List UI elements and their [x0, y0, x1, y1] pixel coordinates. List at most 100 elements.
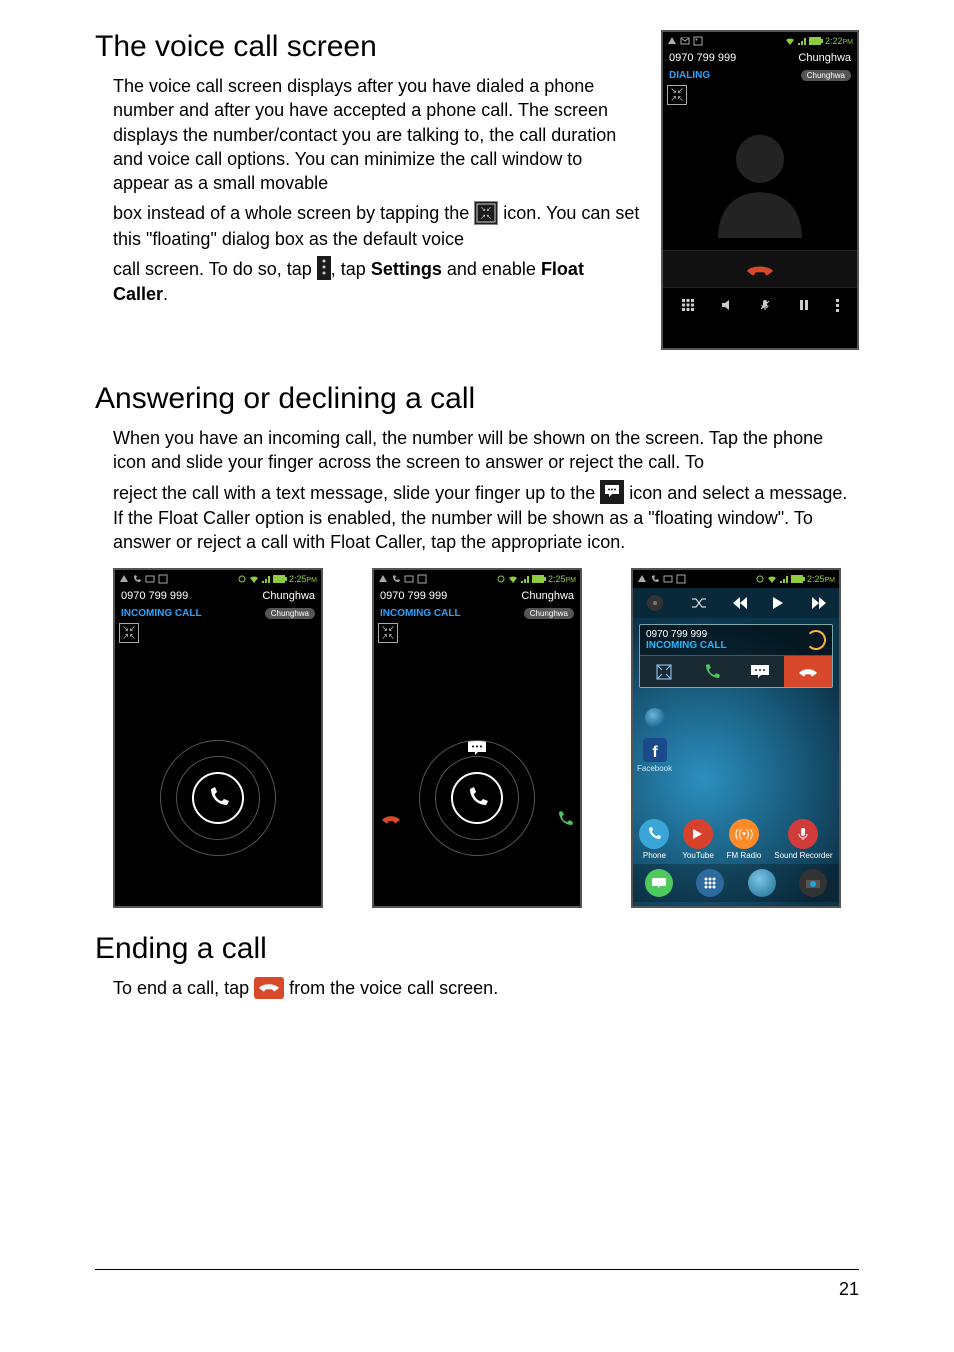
call-carrier: Chunghwa: [798, 52, 851, 64]
battery-icon: [532, 575, 546, 583]
sound-recorder-app[interactable]: Sound Recorder: [774, 819, 832, 860]
speaker-icon[interactable]: [720, 298, 734, 312]
app-label: FM Radio: [727, 851, 762, 860]
float-number: 0970 799 999: [646, 629, 727, 640]
minimize-icon[interactable]: ↘↙↗↖: [378, 623, 398, 643]
phone-app[interactable]: Phone: [639, 819, 669, 860]
section2-para-b1: reject the call with a text message, sli…: [113, 483, 600, 503]
signal-icon: [520, 574, 530, 584]
spacer: [374, 643, 580, 733]
fmradio-app[interactable]: ((•)) FM Radio: [727, 819, 762, 860]
mute-icon[interactable]: [758, 298, 772, 312]
image-status-icon: [693, 36, 703, 46]
svg-text:↘↙: ↘↙: [480, 206, 492, 213]
status-time-pm: PM: [825, 577, 836, 584]
float-caller-window[interactable]: 0970 799 999 INCOMING CALL: [639, 624, 833, 688]
play-icon[interactable]: [773, 597, 785, 609]
section2-para-a: When you have an incoming call, the numb…: [113, 426, 859, 475]
float-expand-button[interactable]: [640, 655, 688, 687]
grid-icon[interactable]: [681, 298, 695, 312]
album-icon: [646, 594, 664, 612]
spacer: [115, 643, 321, 733]
answer-call-icon[interactable]: [556, 810, 574, 833]
section1-para-c4: .: [163, 284, 168, 304]
prev-icon[interactable]: [733, 597, 747, 609]
facebook-shortcut-icon[interactable]: f: [643, 738, 667, 762]
call-status-label: DIALING: [669, 70, 710, 81]
wifi-icon: [508, 574, 518, 584]
call-status-label: INCOMING CALL: [121, 608, 202, 619]
message-status-icon: [680, 36, 690, 46]
sync-icon: [755, 574, 765, 584]
warning-icon: [667, 36, 677, 46]
warning-icon: [119, 574, 129, 584]
incoming-call-screenshot-1: 2:25PM 0970 799 999 Chunghwa INCOMING CA…: [113, 568, 323, 908]
carrier-pill: Chunghwa: [265, 608, 315, 619]
minimize-icon[interactable]: ↘↙↗↖: [119, 623, 139, 643]
message-status-icon: [145, 574, 155, 584]
home-dock: [633, 864, 839, 902]
call-number: 0970 799 999: [380, 590, 447, 602]
more-icon[interactable]: [836, 299, 839, 312]
status-time-pm: PM: [566, 577, 577, 584]
overflow-inline-icon: [317, 256, 331, 280]
image-status-icon: [676, 574, 686, 584]
call-carrier: Chunghwa: [262, 590, 315, 602]
call-header: 0970 799 999 Chunghwa: [115, 588, 321, 606]
music-widget[interactable]: [633, 588, 839, 618]
youtube-app[interactable]: YouTube: [682, 819, 713, 860]
section2-title: Answering or declining a call: [95, 382, 859, 416]
dock-apps[interactable]: [696, 869, 724, 897]
section3-title: Ending a call: [95, 932, 859, 966]
signal-icon: [797, 36, 807, 46]
end-call-bar[interactable]: [663, 250, 857, 288]
warning-icon: [637, 574, 647, 584]
section1-para-c2: , tap: [331, 259, 371, 279]
answer-slider-expanded[interactable]: [374, 733, 580, 863]
sync-icon: [496, 574, 506, 584]
hangup-inline-icon: [254, 977, 284, 999]
float-reject-button[interactable]: [784, 655, 832, 687]
call-number: 0970 799 999: [121, 590, 188, 602]
minimize-icon[interactable]: ↘↙↗↖: [667, 85, 687, 105]
float-status: INCOMING CALL: [646, 640, 727, 651]
battery-icon: [273, 575, 287, 583]
home-app-row: Phone YouTube ((•)) FM Radio Sound Recor…: [633, 819, 839, 860]
dock-messages[interactable]: [645, 869, 673, 897]
dock-camera[interactable]: [799, 869, 827, 897]
reject-call-icon[interactable]: [380, 812, 402, 833]
status-time-pm: PM: [843, 39, 854, 46]
dock-browser[interactable]: [748, 869, 776, 897]
float-message-button[interactable]: [736, 655, 784, 687]
home-screen: 0970 799 999 INCOMING CALL f Facebook: [633, 588, 839, 906]
contact-avatar: [663, 105, 857, 250]
signal-icon: [779, 574, 789, 584]
wifi-icon: [249, 574, 259, 584]
answer-slider[interactable]: [115, 733, 321, 863]
section1-para-b1: box instead of a whole screen by tapping…: [113, 203, 474, 223]
next-icon[interactable]: [812, 597, 826, 609]
pause-icon[interactable]: [797, 298, 811, 312]
sync-icon: [237, 574, 247, 584]
call-header: 0970 799 999 Chunghwa: [663, 50, 857, 68]
shuffle-icon[interactable]: [691, 597, 707, 609]
battery-icon: [809, 37, 823, 45]
float-answer-button[interactable]: [688, 655, 736, 687]
call-status-label: INCOMING CALL: [380, 608, 461, 619]
svg-text:↗↖: ↗↖: [480, 214, 492, 221]
call-header: 0970 799 999 Chunghwa: [374, 588, 580, 606]
app-label: YouTube: [682, 851, 713, 860]
page-number: 21: [839, 1279, 859, 1300]
facebook-label: Facebook: [637, 764, 672, 773]
signal-icon: [261, 574, 271, 584]
image-status-icon: [417, 574, 427, 584]
status-time: 2:25: [548, 574, 566, 584]
voice-call-screenshot: 2:22PM 0970 799 999 Chunghwa DIALING Chu…: [661, 30, 859, 350]
status-time-pm: PM: [307, 577, 318, 584]
browser-shortcut-icon[interactable]: [645, 708, 665, 728]
call-status-row: INCOMING CALL Chunghwa: [115, 606, 321, 621]
call-carrier: Chunghwa: [521, 590, 574, 602]
message-status-icon: [404, 574, 414, 584]
ringing-icon: [806, 630, 826, 650]
phone-status-icon: [132, 574, 142, 584]
